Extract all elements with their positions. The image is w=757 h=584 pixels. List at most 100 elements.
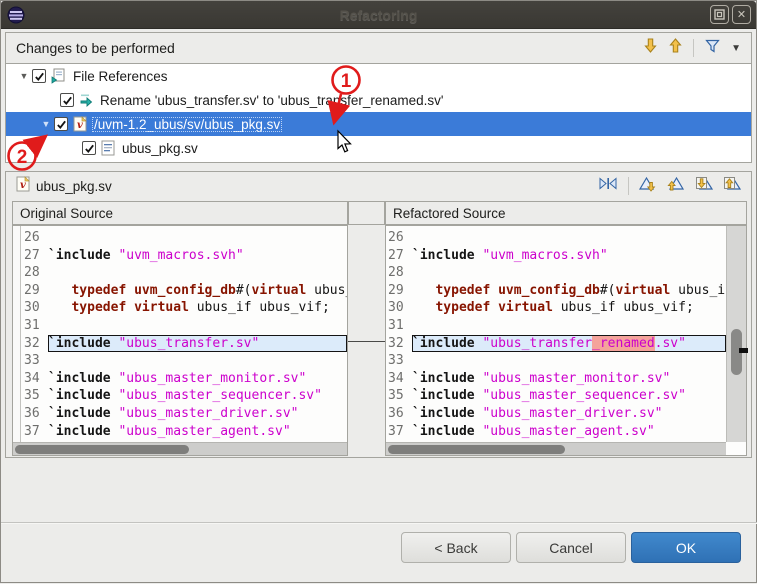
line-number: 37: [24, 423, 40, 439]
original-source-header: Original Source: [12, 201, 348, 225]
line-number: 28: [388, 265, 404, 281]
line-number: 34: [24, 370, 40, 386]
left-hscroll-thumb[interactable]: [15, 445, 189, 454]
svg-text:v: v: [77, 120, 83, 131]
tree-item-label: File References: [73, 68, 168, 84]
line-number: 30: [388, 300, 404, 316]
left-vertical-ruler: [13, 226, 21, 442]
changed-code-line: 32 `include "ubus_transfer.sv": [22, 334, 347, 353]
code-line: 28: [22, 264, 347, 282]
expander-icon[interactable]: ▼: [38, 119, 54, 129]
previous-change-arrow-icon[interactable]: [668, 37, 683, 59]
checkbox[interactable]: [54, 117, 68, 131]
tree-item-label: ubus_pkg.sv: [122, 140, 198, 156]
titlebar[interactable]: Refactoring ✕: [1, 1, 756, 29]
ok-button[interactable]: OK: [631, 532, 741, 563]
changes-title: Changes to be performed: [16, 40, 175, 56]
tree-item[interactable]: ubus_pkg.sv: [6, 136, 751, 160]
code-line: 29 typedef uvm_config_db#(virtual ubus_: [24, 282, 347, 298]
swap-panes-icon[interactable]: [597, 176, 619, 196]
code-line: 37 `include "ubus_master_agent.sv": [24, 423, 291, 439]
previous-change-icon[interactable]: [722, 175, 742, 197]
tree-item[interactable]: Rename 'ubus_transfer.sv' to 'ubus_trans…: [6, 88, 751, 112]
cancel-button[interactable]: Cancel: [516, 532, 626, 563]
checkbox[interactable]: [60, 93, 74, 107]
line-number: 28: [24, 265, 40, 281]
tree-item[interactable]: ▼ v/uvm-1.2_ubus/sv/ubus_pkg.sv: [6, 112, 751, 136]
code-line: 34 `include "ubus_master_monitor.sv": [24, 370, 307, 386]
line-number: 27: [388, 247, 404, 263]
previous-difference-icon[interactable]: [666, 175, 685, 197]
sv-file-icon: v: [73, 116, 87, 132]
right-hscroll-thumb[interactable]: [388, 445, 565, 454]
right-horizontal-scrollbar[interactable]: [386, 442, 726, 455]
changes-tree: ▼ File References Rename 'ubus_transfer.sv…: [6, 64, 751, 160]
original-code: 26 27 `include "uvm_macros.svh" 28 29 typede…: [22, 226, 347, 442]
checkbox[interactable]: [82, 141, 96, 155]
tree-item[interactable]: ▼ File References: [6, 64, 751, 88]
code-line: 27 `include "uvm_macros.svh": [388, 247, 608, 263]
right-vertical-scrollbar[interactable]: [726, 226, 746, 442]
line-number: 35: [24, 388, 40, 404]
line-number: 33: [388, 353, 404, 369]
next-change-icon[interactable]: [694, 175, 714, 197]
next-difference-icon[interactable]: [638, 175, 657, 197]
gutter-header: [348, 201, 385, 225]
code-line: 34 `include "ubus_master_monitor.sv": [388, 370, 671, 386]
original-source-pane[interactable]: 26 27 `include "uvm_macros.svh" 28 29 typede…: [12, 225, 348, 456]
code-line: 33: [22, 352, 347, 370]
checkbox[interactable]: [32, 69, 46, 83]
overview-diff-marker[interactable]: [739, 348, 748, 353]
code-line: 26: [386, 229, 726, 247]
code-line: 35 `include "ubus_master_sequencer.sv": [388, 388, 686, 404]
compare-file-icon: [101, 140, 115, 156]
line-number: 35: [388, 388, 404, 404]
compare-file-label: ubus_pkg.sv: [36, 178, 112, 194]
changes-section: Changes to be performed ▼ ▼ File Referenc…: [5, 32, 752, 163]
file-references-icon: [51, 68, 66, 84]
line-number: 29: [24, 282, 40, 298]
refactored-source-header: Refactored Source: [385, 201, 747, 225]
tree-item-label: /uvm-1.2_ubus/sv/ubus_pkg.sv: [92, 116, 283, 132]
refactoring-dialog: Refactoring ✕ Changes to be performed ▼ …: [0, 0, 757, 583]
line-number: 32: [388, 335, 404, 351]
changed-code-line: 32 `include "ubus_transfer_renamed.sv": [386, 334, 726, 353]
line-number: 26: [24, 230, 40, 245]
code-line: 26: [22, 229, 347, 247]
original-source-title: Original Source: [20, 205, 114, 221]
code-line: 31: [22, 317, 347, 335]
line-number: 37: [388, 423, 404, 439]
code-line: 30 typedef virtual ubus_if ubus_vif;: [388, 300, 694, 316]
line-number: 36: [388, 405, 404, 421]
expander-icon[interactable]: ▼: [16, 71, 32, 81]
code-line: 35 `include "ubus_master_sequencer.sv": [24, 388, 322, 404]
filter-menu-caret-icon[interactable]: ▼: [731, 43, 741, 54]
code-line: 31: [386, 317, 726, 335]
next-change-arrow-icon[interactable]: [643, 37, 658, 59]
changes-header: Changes to be performed ▼: [6, 33, 751, 64]
refactored-source-pane[interactable]: 26 27 `include "uvm_macros.svh" 28 29 typede…: [385, 225, 747, 456]
compare-section: v ubus_pkg.sv Original Source Refactored…: [5, 171, 752, 458]
filter-icon[interactable]: [704, 38, 721, 59]
close-button[interactable]: ✕: [732, 5, 751, 24]
diff-gutter: [348, 225, 385, 456]
line-number: 32: [24, 335, 40, 351]
line-number: 34: [388, 370, 404, 386]
compare-header: v ubus_pkg.sv: [6, 172, 751, 200]
code-line: 27 `include "uvm_macros.svh": [24, 247, 244, 263]
line-number: 36: [24, 405, 40, 421]
toolbar-separator: [693, 39, 695, 57]
line-number: 26: [388, 230, 404, 245]
code-line: 28: [386, 264, 726, 282]
back-button[interactable]: < Back: [401, 532, 511, 563]
code-line: 36 `include "ubus_master_driver.sv": [388, 405, 663, 421]
toolbar-separator: [628, 177, 629, 195]
window-title: Refactoring: [339, 6, 418, 23]
left-horizontal-scrollbar[interactable]: [13, 442, 347, 455]
code-line: 37 `include "ubus_master_agent.sv": [388, 423, 655, 439]
systemverilog-file-icon: v: [16, 175, 30, 197]
eclipse-logo-icon: [7, 6, 25, 24]
tree-item-label: Rename 'ubus_transfer.sv' to 'ubus_trans…: [100, 92, 444, 108]
svg-text:v: v: [20, 180, 26, 191]
maximize-button[interactable]: [710, 5, 729, 24]
